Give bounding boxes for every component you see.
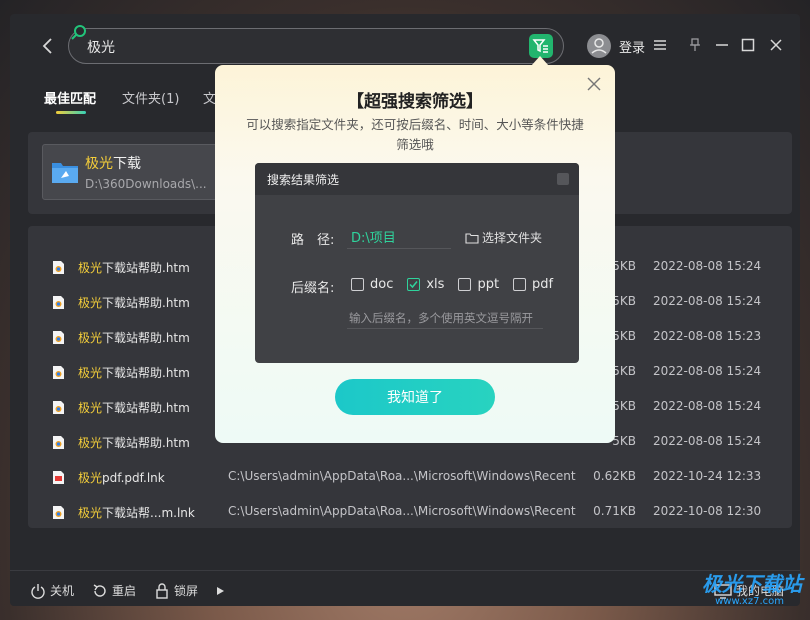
html-file-icon: [53, 331, 64, 344]
file-name: 极光下载站帮助.htm: [78, 401, 190, 415]
checkbox-box[interactable]: [513, 278, 527, 291]
tab-best-match[interactable]: 最佳匹配: [44, 88, 96, 107]
lock-label: 锁屏: [174, 584, 199, 598]
file-name: 极光下载站帮助.htm: [78, 331, 190, 345]
tab-folders[interactable]: 文件夹(1): [122, 88, 179, 107]
power-icon: [31, 583, 45, 599]
lock-icon: [156, 582, 168, 599]
file-size: 5KB: [612, 364, 636, 378]
back-arrow-icon[interactable]: [40, 36, 56, 56]
filter-dialog-title: 搜索结果筛选: [267, 173, 340, 187]
file-date: 2022-08-08 15:24: [653, 259, 762, 273]
extension-checkboxes: doc xls ppt pdf: [351, 277, 567, 292]
checkbox-label: xls: [426, 277, 445, 292]
minimize-icon[interactable]: [715, 38, 729, 52]
path-field[interactable]: D:\项目: [347, 227, 451, 249]
filter-dialog-preview: 搜索结果筛选 路 径: D:\项目 选择文件夹 后缀名: doc xls ppt pd…: [255, 163, 579, 363]
checkbox-label: ppt: [477, 277, 500, 292]
best-match-name: 极光下载: [85, 156, 141, 172]
watermark-logo: 极光下载站: [702, 572, 802, 596]
login-area[interactable]: 登录: [587, 34, 645, 58]
checkbox-xls[interactable]: xls: [407, 277, 444, 292]
file-row[interactable]: 极光下载站帮...m.lnk C:\Users\admin\AppData\Roa…: [28, 495, 792, 530]
filter-dialog-header: 搜索结果筛选: [255, 163, 579, 195]
maximize-icon[interactable]: [741, 38, 755, 52]
html-file-icon: [53, 506, 64, 519]
file-name: 极光pdf.pdf.lnk: [78, 471, 165, 485]
file-size: 0.71KB: [593, 504, 636, 518]
file-size: 5KB: [612, 259, 636, 273]
file-name: 极光下载站帮助.htm: [78, 436, 190, 450]
folder-icon: [52, 163, 78, 183]
file-size: 5KB: [612, 399, 636, 413]
checkbox-ppt[interactable]: ppt: [458, 277, 499, 292]
user-icon: [591, 38, 607, 54]
file-size: 5KB: [612, 434, 636, 448]
extension-input[interactable]: [347, 307, 543, 329]
file-name: 极光下载站帮...m.lnk: [78, 506, 195, 520]
file-date: 2022-10-08 12:30: [653, 504, 762, 518]
checkbox-label: pdf: [532, 277, 554, 292]
file-date: 2022-08-08 15:24: [653, 434, 762, 448]
file-date: 2022-08-08 15:24: [653, 294, 762, 308]
lock-screen-button[interactable]: 锁屏: [154, 582, 198, 599]
pin-icon[interactable]: [688, 38, 702, 52]
path-label: 路 径:: [291, 233, 335, 248]
shutdown-button[interactable]: 关机: [30, 582, 74, 599]
active-tab-indicator: [56, 111, 86, 114]
choose-folder-label: 选择文件夹: [482, 231, 543, 245]
checkbox-box[interactable]: [407, 278, 421, 291]
checkbox-box[interactable]: [351, 278, 364, 291]
file-name: 极光下载站帮助.htm: [78, 296, 190, 310]
file-size: 0.62KB: [593, 469, 636, 483]
file-size: 5KB: [612, 329, 636, 343]
file-name: 极光下载站帮助.htm: [78, 366, 190, 380]
close-icon[interactable]: [769, 38, 783, 52]
folder-outline-icon: [465, 232, 479, 244]
filter-button[interactable]: [529, 34, 553, 58]
avatar[interactable]: [587, 34, 611, 58]
file-date: 2022-08-08 15:24: [653, 364, 762, 378]
filter-tip-popup: 【超强搜索筛选】 可以搜索指定文件夹，还可按后缀名、时间、大小等条件快捷筛选哦 …: [215, 65, 615, 443]
filter-icon: [532, 39, 548, 53]
filter-dialog-close-icon[interactable]: [557, 173, 569, 185]
search-input[interactable]: [87, 37, 507, 57]
file-path: C:\Users\admin\AppData\Roa...\Microsoft\…: [228, 469, 576, 483]
html-file-icon: [53, 436, 64, 449]
best-match-path: D:\360Downloads\...: [85, 177, 207, 191]
file-size: 5KB: [612, 294, 636, 308]
html-file-icon: [53, 261, 64, 274]
file-date: 2022-10-24 12:33: [653, 469, 762, 483]
watermark-url: www.xz7.com: [715, 596, 784, 607]
restart-button[interactable]: 重启: [92, 582, 136, 599]
file-name: 极光下载站帮助.htm: [78, 261, 190, 275]
restart-label: 重启: [112, 584, 137, 598]
popup-title: 【超强搜索筛选】: [347, 92, 483, 112]
file-row[interactable]: 极光pdf.pdf.lnk C:\Users\admin\AppData\Roa.…: [28, 460, 792, 495]
restart-icon: [93, 583, 106, 597]
search-icon: [71, 25, 86, 40]
html-file-icon: [53, 296, 64, 309]
play-icon[interactable]: [215, 586, 225, 596]
file-path: C:\Users\admin\AppData\Roa...\Microsoft\…: [228, 504, 576, 518]
extension-label: 后缀名:: [291, 281, 335, 296]
choose-folder-button[interactable]: 选择文件夹: [465, 229, 542, 246]
html-file-icon: [53, 401, 64, 414]
shutdown-label: 关机: [50, 584, 75, 598]
checkbox-box[interactable]: [458, 278, 472, 291]
best-match-card[interactable]: 极光下载 D:\360Downloads\...: [42, 144, 218, 200]
checkbox-doc[interactable]: doc: [351, 277, 393, 292]
html-file-icon: [53, 366, 64, 379]
search-bar[interactable]: [68, 25, 564, 64]
popup-description: 可以搜索指定文件夹，还可按后缀名、时间、大小等条件快捷筛选哦: [246, 117, 584, 152]
got-it-button[interactable]: 我知道了: [335, 379, 495, 415]
checkmark-icon: [409, 281, 418, 289]
checkbox-label: doc: [370, 277, 394, 292]
file-date: 2022-08-08 15:23: [653, 329, 762, 343]
pdf-file-icon: [53, 471, 64, 484]
menu-icon[interactable]: [653, 38, 667, 52]
login-link[interactable]: 登录: [619, 37, 645, 56]
file-date: 2022-08-08 15:24: [653, 399, 762, 413]
checkbox-pdf[interactable]: pdf: [513, 277, 553, 292]
